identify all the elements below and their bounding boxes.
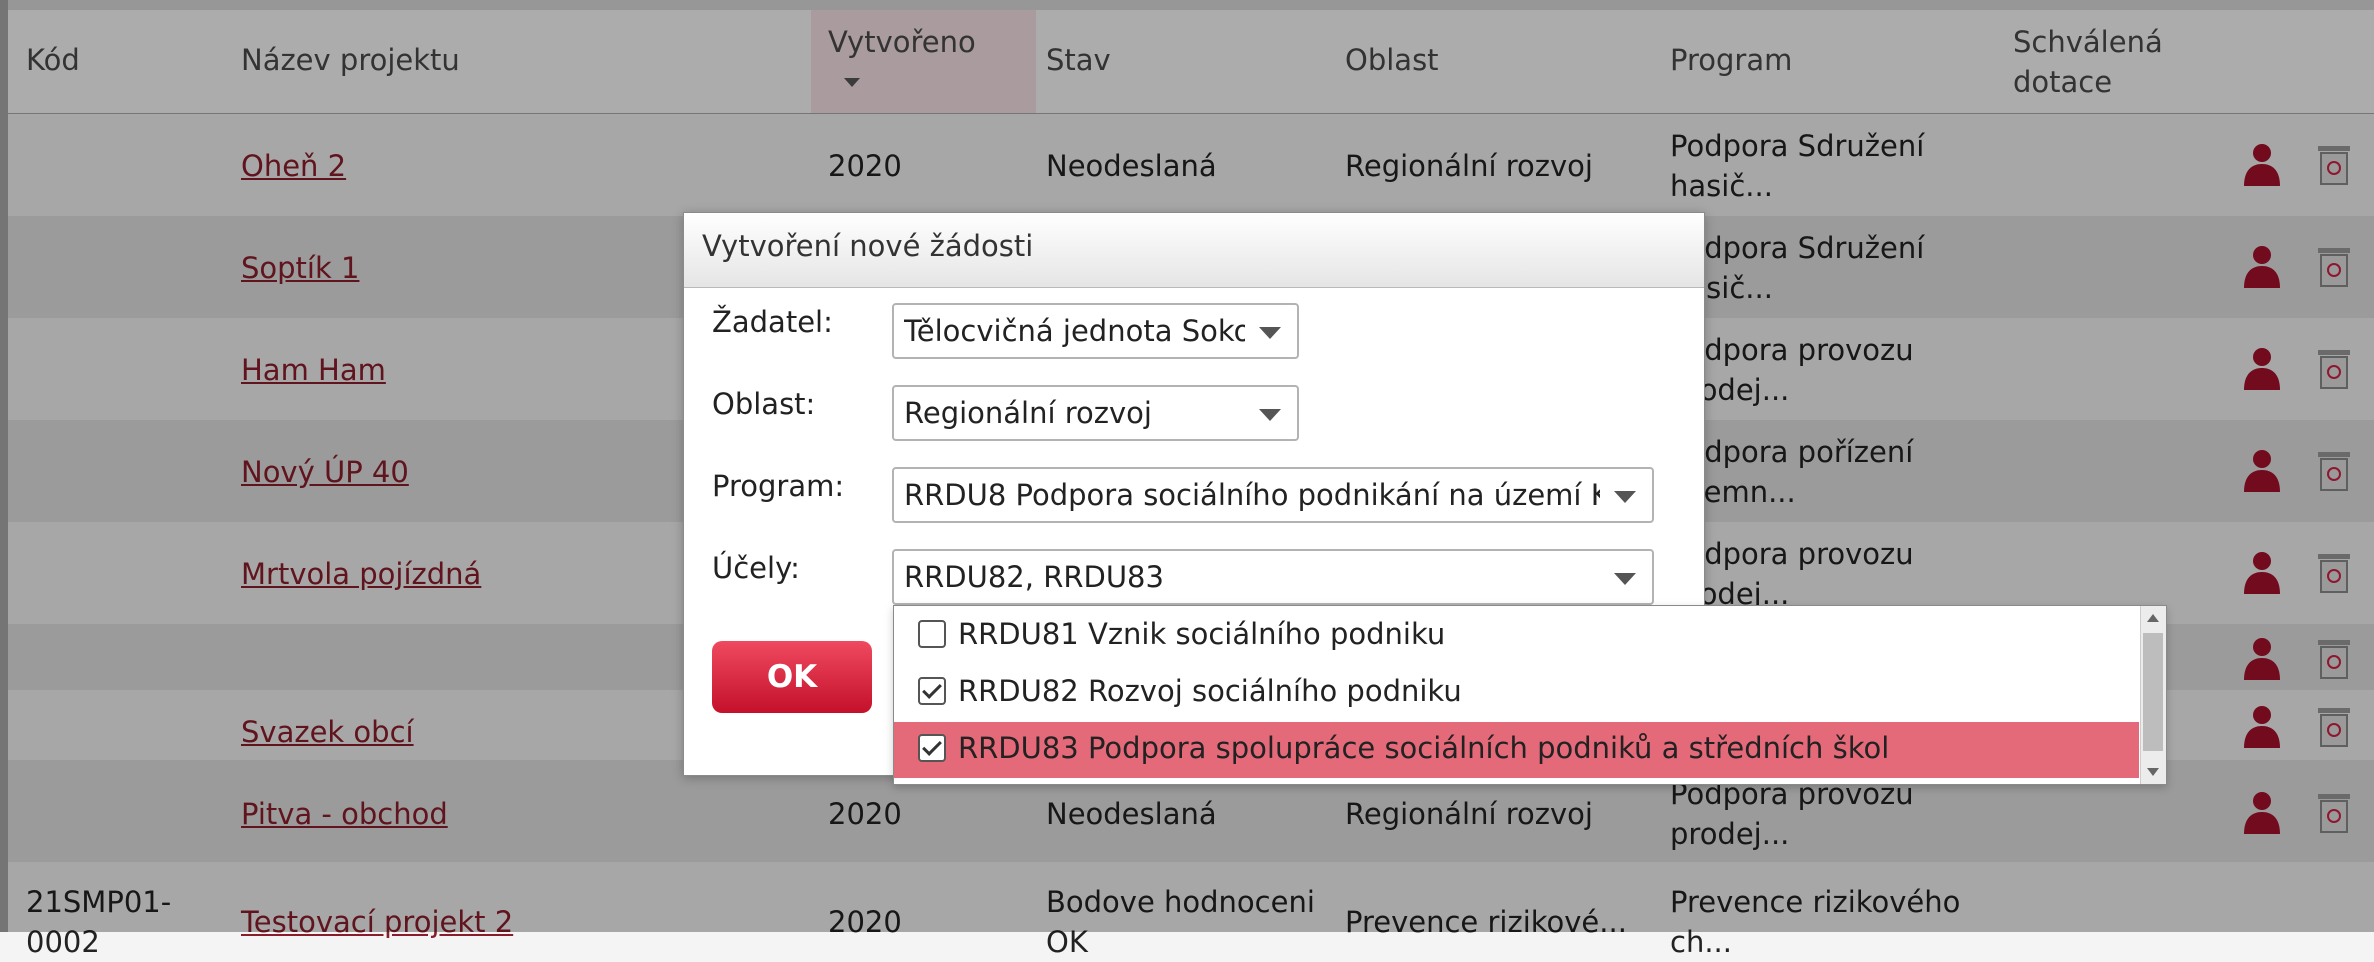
scroll-down-icon[interactable]: [2147, 768, 2159, 776]
checkbox-icon[interactable]: [918, 620, 946, 648]
option-label: RRDU81 Vznik sociálního podniku: [958, 617, 1446, 651]
program-label: Program:: [712, 469, 845, 503]
area-label: Oblast:: [712, 387, 816, 421]
purposes-value: RRDU82, RRDU83: [904, 560, 1164, 594]
scroll-up-icon[interactable]: [2147, 614, 2159, 622]
chevron-down-icon[interactable]: [1614, 491, 1636, 503]
chevron-down-icon[interactable]: [1259, 327, 1281, 339]
applicant-value: Tělocvičná jednota Sokol Č: [904, 314, 1245, 348]
dialog-titlebar[interactable]: Vytvoření nové žádosti: [684, 213, 1704, 288]
option-label: RRDU82 Rozvoj sociálního podniku: [958, 674, 1462, 708]
program-value: RRDU8 Podpora sociálního podnikání na úz…: [904, 478, 1600, 512]
checkbox-icon[interactable]: [918, 734, 946, 762]
purpose-option-rrdu83[interactable]: RRDU83 Podpora spolupráce sociálních pod…: [894, 722, 2139, 778]
program-select[interactable]: RRDU8 Podpora sociálního podnikání na úz…: [892, 467, 1654, 523]
dialog-title: Vytvoření nové žádosti: [702, 229, 1034, 263]
purposes-multiselect[interactable]: RRDU82, RRDU83: [892, 549, 1654, 605]
checkmark-icon: [922, 679, 942, 699]
chevron-down-icon[interactable]: [1259, 409, 1281, 421]
purpose-option-rrdu81[interactable]: RRDU81 Vznik sociálního podniku: [894, 608, 2139, 664]
applicant-label: Žadatel:: [712, 305, 833, 339]
checkmark-icon: [922, 736, 942, 756]
applicant-select[interactable]: Tělocvičná jednota Sokol Č: [892, 303, 1299, 359]
scroll-thumb[interactable]: [2143, 633, 2163, 751]
ok-button[interactable]: OK: [712, 641, 872, 713]
checkbox-icon[interactable]: [918, 677, 946, 705]
dropdown-scrollbar[interactable]: [2140, 606, 2166, 784]
purposes-label: Účely:: [712, 551, 800, 585]
area-select[interactable]: Regionální rozvoj: [892, 385, 1299, 441]
purposes-dropdown-list: RRDU81 Vznik sociálního podniku RRDU82 R…: [893, 605, 2167, 785]
chevron-down-icon[interactable]: [1614, 573, 1636, 585]
option-label: RRDU83 Podpora spolupráce sociálních pod…: [958, 731, 1890, 765]
area-value: Regionální rozvoj: [904, 396, 1152, 430]
purpose-option-rrdu82[interactable]: RRDU82 Rozvoj sociálního podniku: [894, 665, 2139, 721]
